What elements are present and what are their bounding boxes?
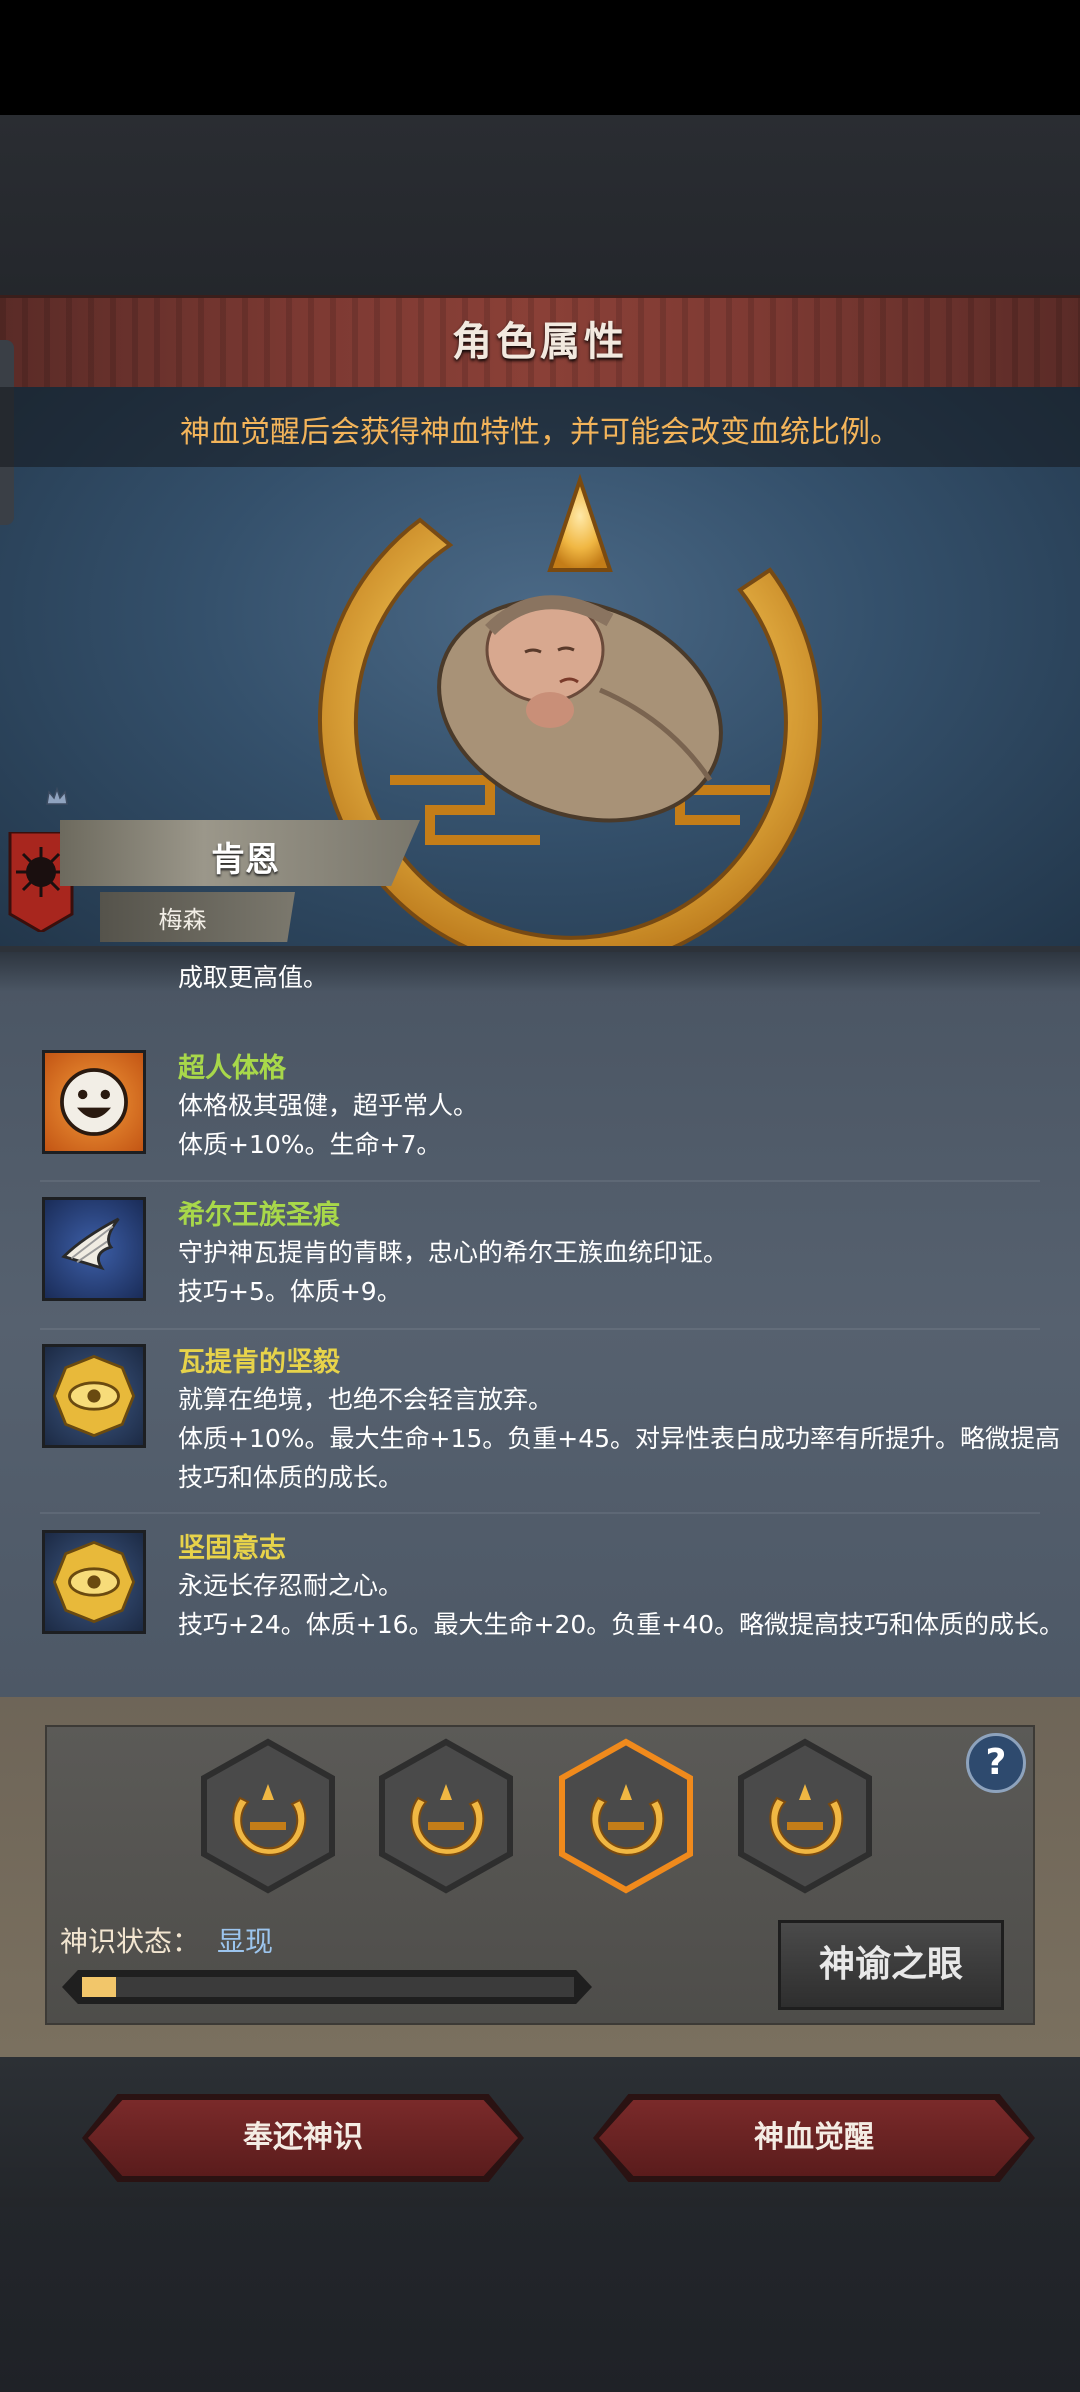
- trait-description: 体格极其强健，超乎常人。 体质+10%。生命+7。: [178, 1091, 479, 1159]
- trait-description: 永远长存忍耐之心。 技巧+24。体质+16。最大生命+20。负重+40。略微提高技…: [178, 1571, 1065, 1639]
- awaken-button[interactable]: 神血觉醒: [599, 2100, 1029, 2176]
- white-feather-claw-icon: [42, 1197, 146, 1301]
- divine-slot[interactable]: [200, 1738, 336, 1894]
- divine-slot[interactable]: [737, 1738, 873, 1894]
- page-title: 角色属性: [452, 319, 628, 365]
- trait-separator: [40, 1512, 1040, 1514]
- golden-eye-medallion-icon: [42, 1530, 146, 1634]
- trait-item[interactable]: 瓦提肯的坚毅 就算在绝境，也绝不会轻言放弃。 体质+10%。最大生命+15。负重+…: [40, 1344, 1060, 1504]
- trait-separator: [40, 1328, 1040, 1330]
- trait-item[interactable]: 坚固意志 永远长存忍耐之心。 技巧+24。体质+16。最大生命+20。负重+40。…: [40, 1530, 1064, 1690]
- divine-slot[interactable]: [558, 1738, 694, 1894]
- trait-name: 瓦提肯的坚毅: [178, 1347, 340, 1378]
- family-name: 梅森: [158, 906, 207, 934]
- status-bar: [0, 0, 1080, 115]
- divine-slot[interactable]: [378, 1738, 514, 1894]
- crown-icon: [46, 786, 68, 805]
- golden-eye-medallion-icon: [42, 1344, 146, 1448]
- trait-partial-text: 成取更高值。: [178, 963, 329, 992]
- help-icon[interactable]: ?: [966, 1733, 1026, 1793]
- return-divine-button[interactable]: 奉还神识: [88, 2100, 518, 2176]
- awakening-notice: 神血觉醒后会获得神血特性，并可能会改变血统比例。: [180, 415, 900, 450]
- trait-item[interactable]: 希尔王族圣痕 守护神瓦提肯的青睐，忠心的希尔王族血统印证。 技巧+5。体质+9。: [40, 1197, 1050, 1317]
- trait-description: 守护神瓦提肯的青睐，忠心的希尔王族血统印证。 技巧+5。体质+9。: [178, 1238, 729, 1306]
- divine-status-value: 显现: [217, 1925, 274, 1958]
- divine-progress-bar: [62, 1970, 592, 2004]
- trait-separator: [40, 1180, 1040, 1182]
- trait-item[interactable]: 超人体格 体格极其强健，超乎常人。 体质+10%。生命+7。: [40, 1050, 1050, 1170]
- oracle-eye-button[interactable]: 神谕之眼: [778, 1920, 1004, 2010]
- trait-name: 坚固意志: [178, 1533, 286, 1564]
- trait-description: 就算在绝境，也绝不会轻言放弃。 体质+10%。最大生命+15。负重+45。对异性表…: [178, 1385, 1061, 1492]
- top-frame: [0, 115, 1080, 295]
- trait-name: 希尔王族圣痕: [178, 1200, 340, 1231]
- smiley-face-icon: [42, 1050, 146, 1154]
- bottom-bar: [0, 2207, 1080, 2392]
- trait-name: 超人体格: [178, 1053, 286, 1084]
- character-name: 肯恩: [211, 840, 279, 880]
- divine-status-label: 神识状态：: [60, 1925, 201, 1958]
